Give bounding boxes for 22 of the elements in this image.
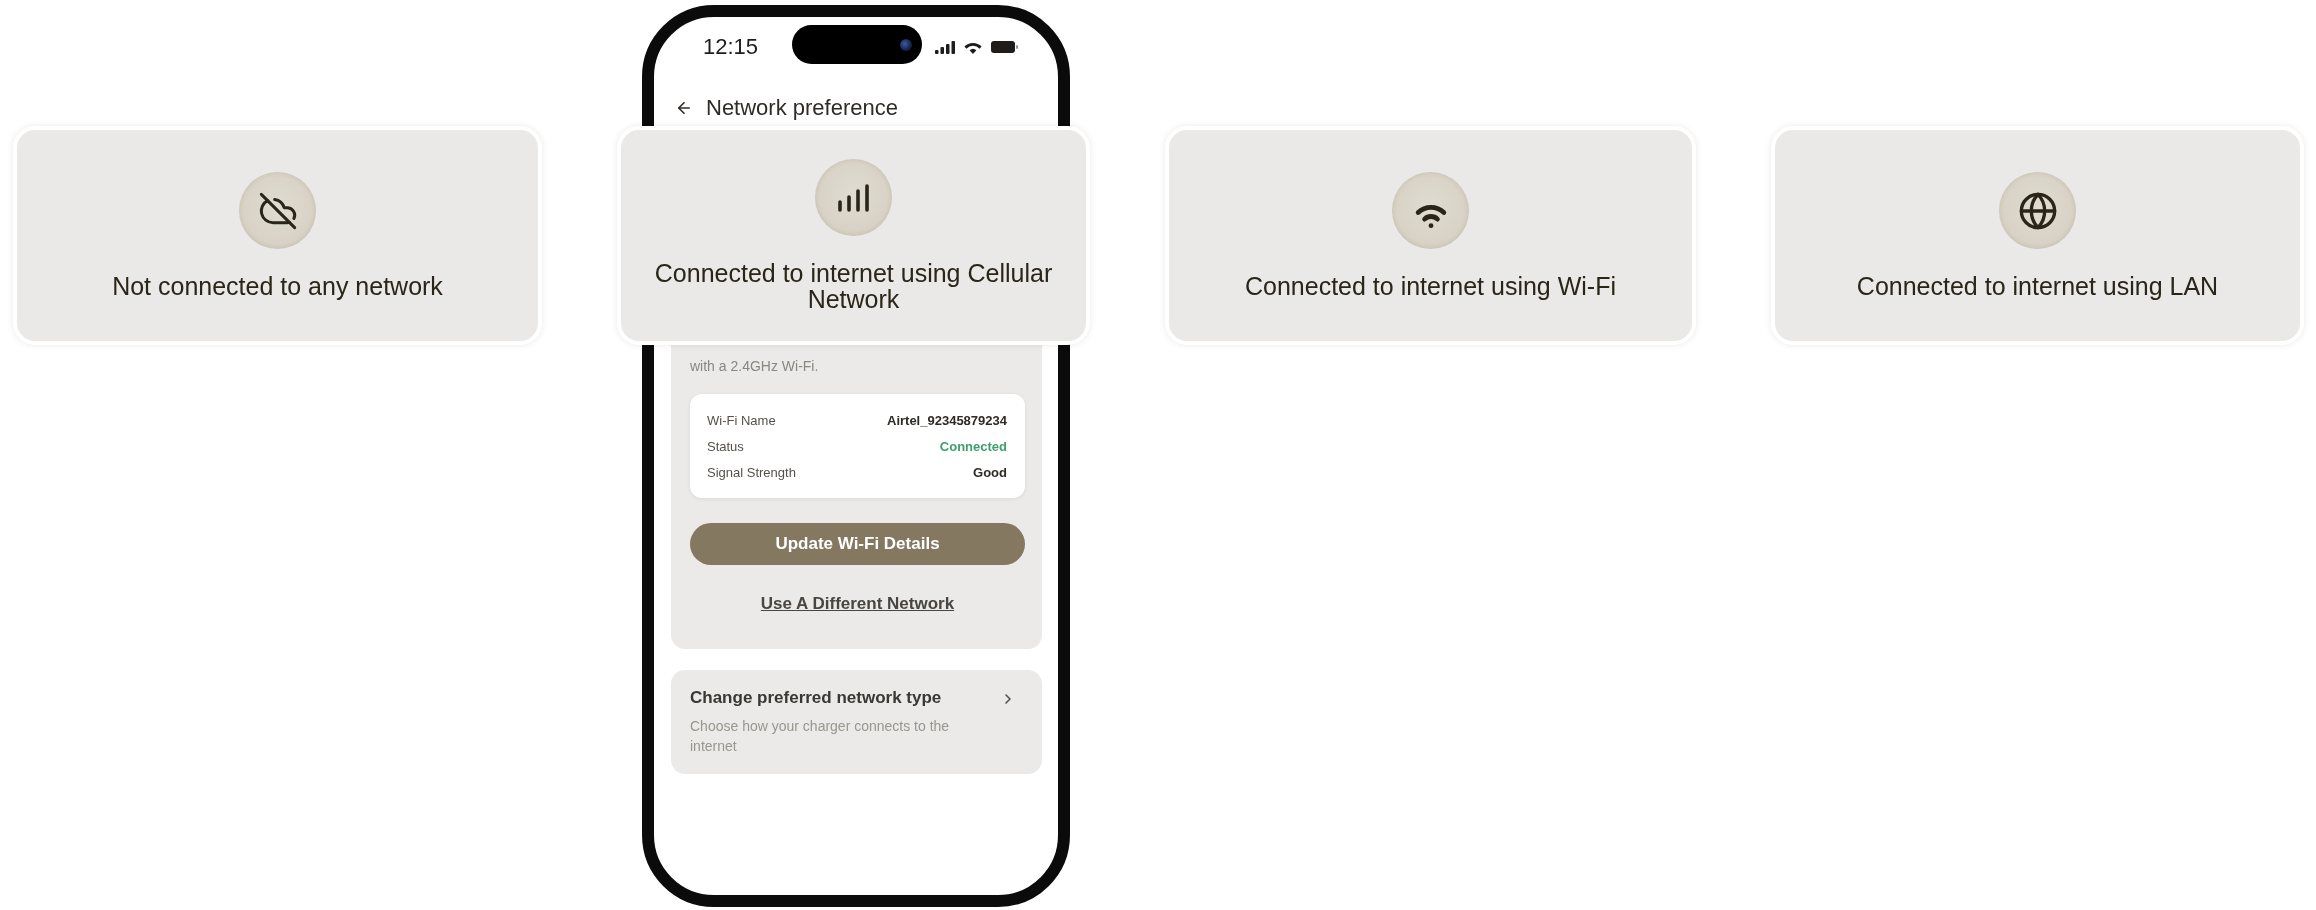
detail-label: Wi-Fi Name bbox=[707, 412, 776, 430]
detail-label: Signal Strength bbox=[707, 464, 796, 482]
status-caption: Connected to internet using Cellular Network bbox=[653, 260, 1054, 312]
option-title: Change preferred network type bbox=[690, 687, 943, 709]
status-value: Connected bbox=[939, 438, 1007, 456]
detail-value: Good bbox=[973, 464, 1007, 482]
status-caption: Not connected to any network bbox=[112, 273, 443, 299]
clock-time: 12:15 bbox=[703, 34, 757, 60]
different-network-link[interactable]: Use A Different Network bbox=[760, 592, 955, 616]
help-text: with a 2.4GHz Wi-Fi. bbox=[690, 357, 820, 375]
update-button[interactable]: Update Wi-Fi Details bbox=[690, 523, 1025, 565]
network-type-option[interactable]: Change preferred network type Choose how your charger connects to the internet bbox=[671, 670, 1042, 774]
status-caption: Connected to internet using LAN bbox=[1856, 273, 2219, 299]
battery-icon bbox=[991, 41, 1018, 53]
detail-value: Airtel_92345879234 bbox=[887, 412, 1007, 430]
detail-label: Status bbox=[707, 438, 744, 456]
wifi-icon bbox=[964, 40, 982, 54]
page-title: Network preference bbox=[706, 95, 898, 121]
cellular-signal-icon bbox=[935, 40, 955, 54]
camera-lens-icon bbox=[900, 38, 912, 51]
status-caption: Connected to internet using Wi-Fi bbox=[1245, 273, 1616, 299]
option-subtitle: Choose how your charger connects to the internet bbox=[690, 717, 951, 756]
